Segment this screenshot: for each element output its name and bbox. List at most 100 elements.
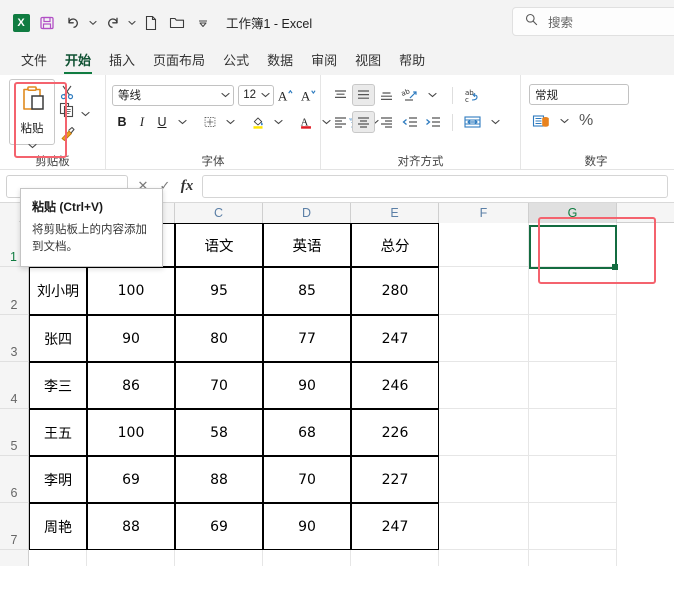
tab-insert[interactable]: 插入 — [100, 50, 144, 75]
cell-E4[interactable]: 246 — [351, 362, 439, 409]
tab-page-layout[interactable]: 页面布局 — [144, 50, 214, 75]
cell-C1[interactable]: 语文 — [175, 223, 263, 267]
column-header-c[interactable]: C — [175, 203, 263, 223]
paste-button[interactable]: 粘贴 — [9, 79, 55, 149]
cell-E5[interactable]: 226 — [351, 409, 439, 456]
search-input[interactable]: 搜索 — [512, 7, 674, 36]
insert-function-icon[interactable]: fx — [176, 175, 198, 197]
cell-E8[interactable] — [351, 550, 439, 566]
cell-D1[interactable]: 英语 — [263, 223, 351, 267]
column-header-f[interactable]: F — [439, 203, 529, 223]
align-top-icon[interactable] — [329, 84, 352, 106]
row-header-6[interactable]: 6 — [0, 456, 29, 503]
row-header-2[interactable]: 2 — [0, 267, 29, 315]
cell-D5[interactable]: 68 — [263, 409, 351, 456]
redo-icon[interactable] — [99, 10, 125, 36]
formula-input[interactable] — [202, 174, 668, 198]
cell-D4[interactable]: 90 — [263, 362, 351, 409]
cell-F6[interactable] — [439, 456, 529, 503]
cell-C6[interactable]: 88 — [175, 456, 263, 503]
cell-G8[interactable] — [529, 550, 617, 566]
accounting-format-icon[interactable] — [529, 110, 554, 132]
font-size-dropdown-icon[interactable] — [261, 89, 270, 101]
tab-review[interactable]: 审阅 — [302, 50, 346, 75]
cell-B2[interactable]: 100 — [87, 267, 175, 315]
tab-view[interactable]: 视图 — [346, 50, 390, 75]
cell-F7[interactable] — [439, 503, 529, 550]
row-header-4[interactable]: 4 — [0, 362, 29, 409]
align-right-icon[interactable] — [375, 111, 398, 133]
cell-B5[interactable]: 100 — [87, 409, 175, 456]
cell-A8[interactable] — [29, 550, 87, 566]
new-file-icon[interactable] — [138, 10, 164, 36]
cell-C5[interactable]: 58 — [175, 409, 263, 456]
decrease-indent-icon[interactable] — [398, 111, 421, 133]
cell-F3[interactable] — [439, 315, 529, 362]
undo-icon[interactable] — [60, 10, 86, 36]
decrease-font-size-icon[interactable]: A — [297, 84, 320, 106]
tab-help[interactable]: 帮助 — [390, 50, 434, 75]
underline-dropdown-icon[interactable] — [172, 111, 192, 133]
open-folder-icon[interactable] — [164, 10, 190, 36]
save-icon[interactable] — [34, 10, 60, 36]
wrap-text-icon[interactable]: ab c — [461, 84, 484, 106]
row-header-5[interactable]: 5 — [0, 409, 29, 456]
percent-style-button[interactable]: % — [574, 110, 598, 132]
cut-button[interactable] — [59, 81, 90, 102]
cell-A5[interactable]: 王五 — [29, 409, 87, 456]
cell-C4[interactable]: 70 — [175, 362, 263, 409]
align-middle-icon[interactable] — [352, 84, 375, 106]
row-header-7[interactable]: 7 — [0, 503, 29, 550]
row-header-3[interactable]: 3 — [0, 315, 29, 362]
merge-cells-dropdown-icon[interactable] — [484, 111, 507, 133]
column-header-e[interactable]: E — [351, 203, 439, 223]
tab-formulas[interactable]: 公式 — [214, 50, 258, 75]
borders-icon[interactable] — [200, 111, 220, 133]
cell-E1[interactable]: 总分 — [351, 223, 439, 267]
italic-button[interactable]: I — [132, 111, 152, 133]
cell-C3[interactable]: 80 — [175, 315, 263, 362]
fill-color-dropdown-icon[interactable] — [268, 111, 288, 133]
cell-E7[interactable]: 247 — [351, 503, 439, 550]
cell-C7[interactable]: 69 — [175, 503, 263, 550]
cell-D3[interactable]: 77 — [263, 315, 351, 362]
cell-F5[interactable] — [439, 409, 529, 456]
increase-indent-icon[interactable] — [421, 111, 444, 133]
cell-B8[interactable] — [87, 550, 175, 566]
tab-file[interactable]: 文件 — [12, 50, 56, 75]
cell-G7[interactable] — [529, 503, 617, 550]
tab-data[interactable]: 数据 — [258, 50, 302, 75]
bold-button[interactable]: B — [112, 111, 132, 133]
cell-C8[interactable] — [175, 550, 263, 566]
column-header-g[interactable]: G — [529, 203, 617, 223]
customize-quick-access-toolbar-icon[interactable] — [190, 10, 216, 36]
cell-A3[interactable]: 张四 — [29, 315, 87, 362]
copy-icon[interactable] — [59, 102, 76, 123]
cell-E6[interactable]: 227 — [351, 456, 439, 503]
cell-F4[interactable] — [439, 362, 529, 409]
cell-E3[interactable]: 247 — [351, 315, 439, 362]
cell-B7[interactable]: 88 — [87, 503, 175, 550]
cell-B6[interactable]: 69 — [87, 456, 175, 503]
cell-F2[interactable] — [439, 267, 529, 315]
format-painter-button[interactable] — [59, 123, 90, 144]
cell-G6[interactable] — [529, 456, 617, 503]
cell-D8[interactable] — [263, 550, 351, 566]
cell-G3[interactable] — [529, 315, 617, 362]
align-bottom-icon[interactable] — [375, 84, 398, 106]
copy-dropdown-icon[interactable] — [81, 104, 90, 122]
cell-A4[interactable]: 李三 — [29, 362, 87, 409]
fill-color-icon[interactable] — [248, 111, 268, 133]
copy-button-row[interactable] — [59, 102, 90, 123]
active-cell-selection[interactable] — [529, 225, 618, 270]
row-header-8[interactable]: 8 — [0, 550, 29, 566]
undo-dropdown-icon[interactable] — [86, 11, 99, 35]
cell-C2[interactable]: 95 — [175, 267, 263, 315]
underline-button[interactable]: U — [152, 111, 172, 133]
column-header-d[interactable]: D — [263, 203, 351, 223]
cell-G5[interactable] — [529, 409, 617, 456]
font-size-combobox[interactable]: 12 — [238, 84, 275, 106]
cell-F1[interactable] — [439, 223, 529, 267]
align-center-icon[interactable] — [352, 111, 375, 133]
orientation-dropdown-icon[interactable] — [421, 84, 444, 106]
